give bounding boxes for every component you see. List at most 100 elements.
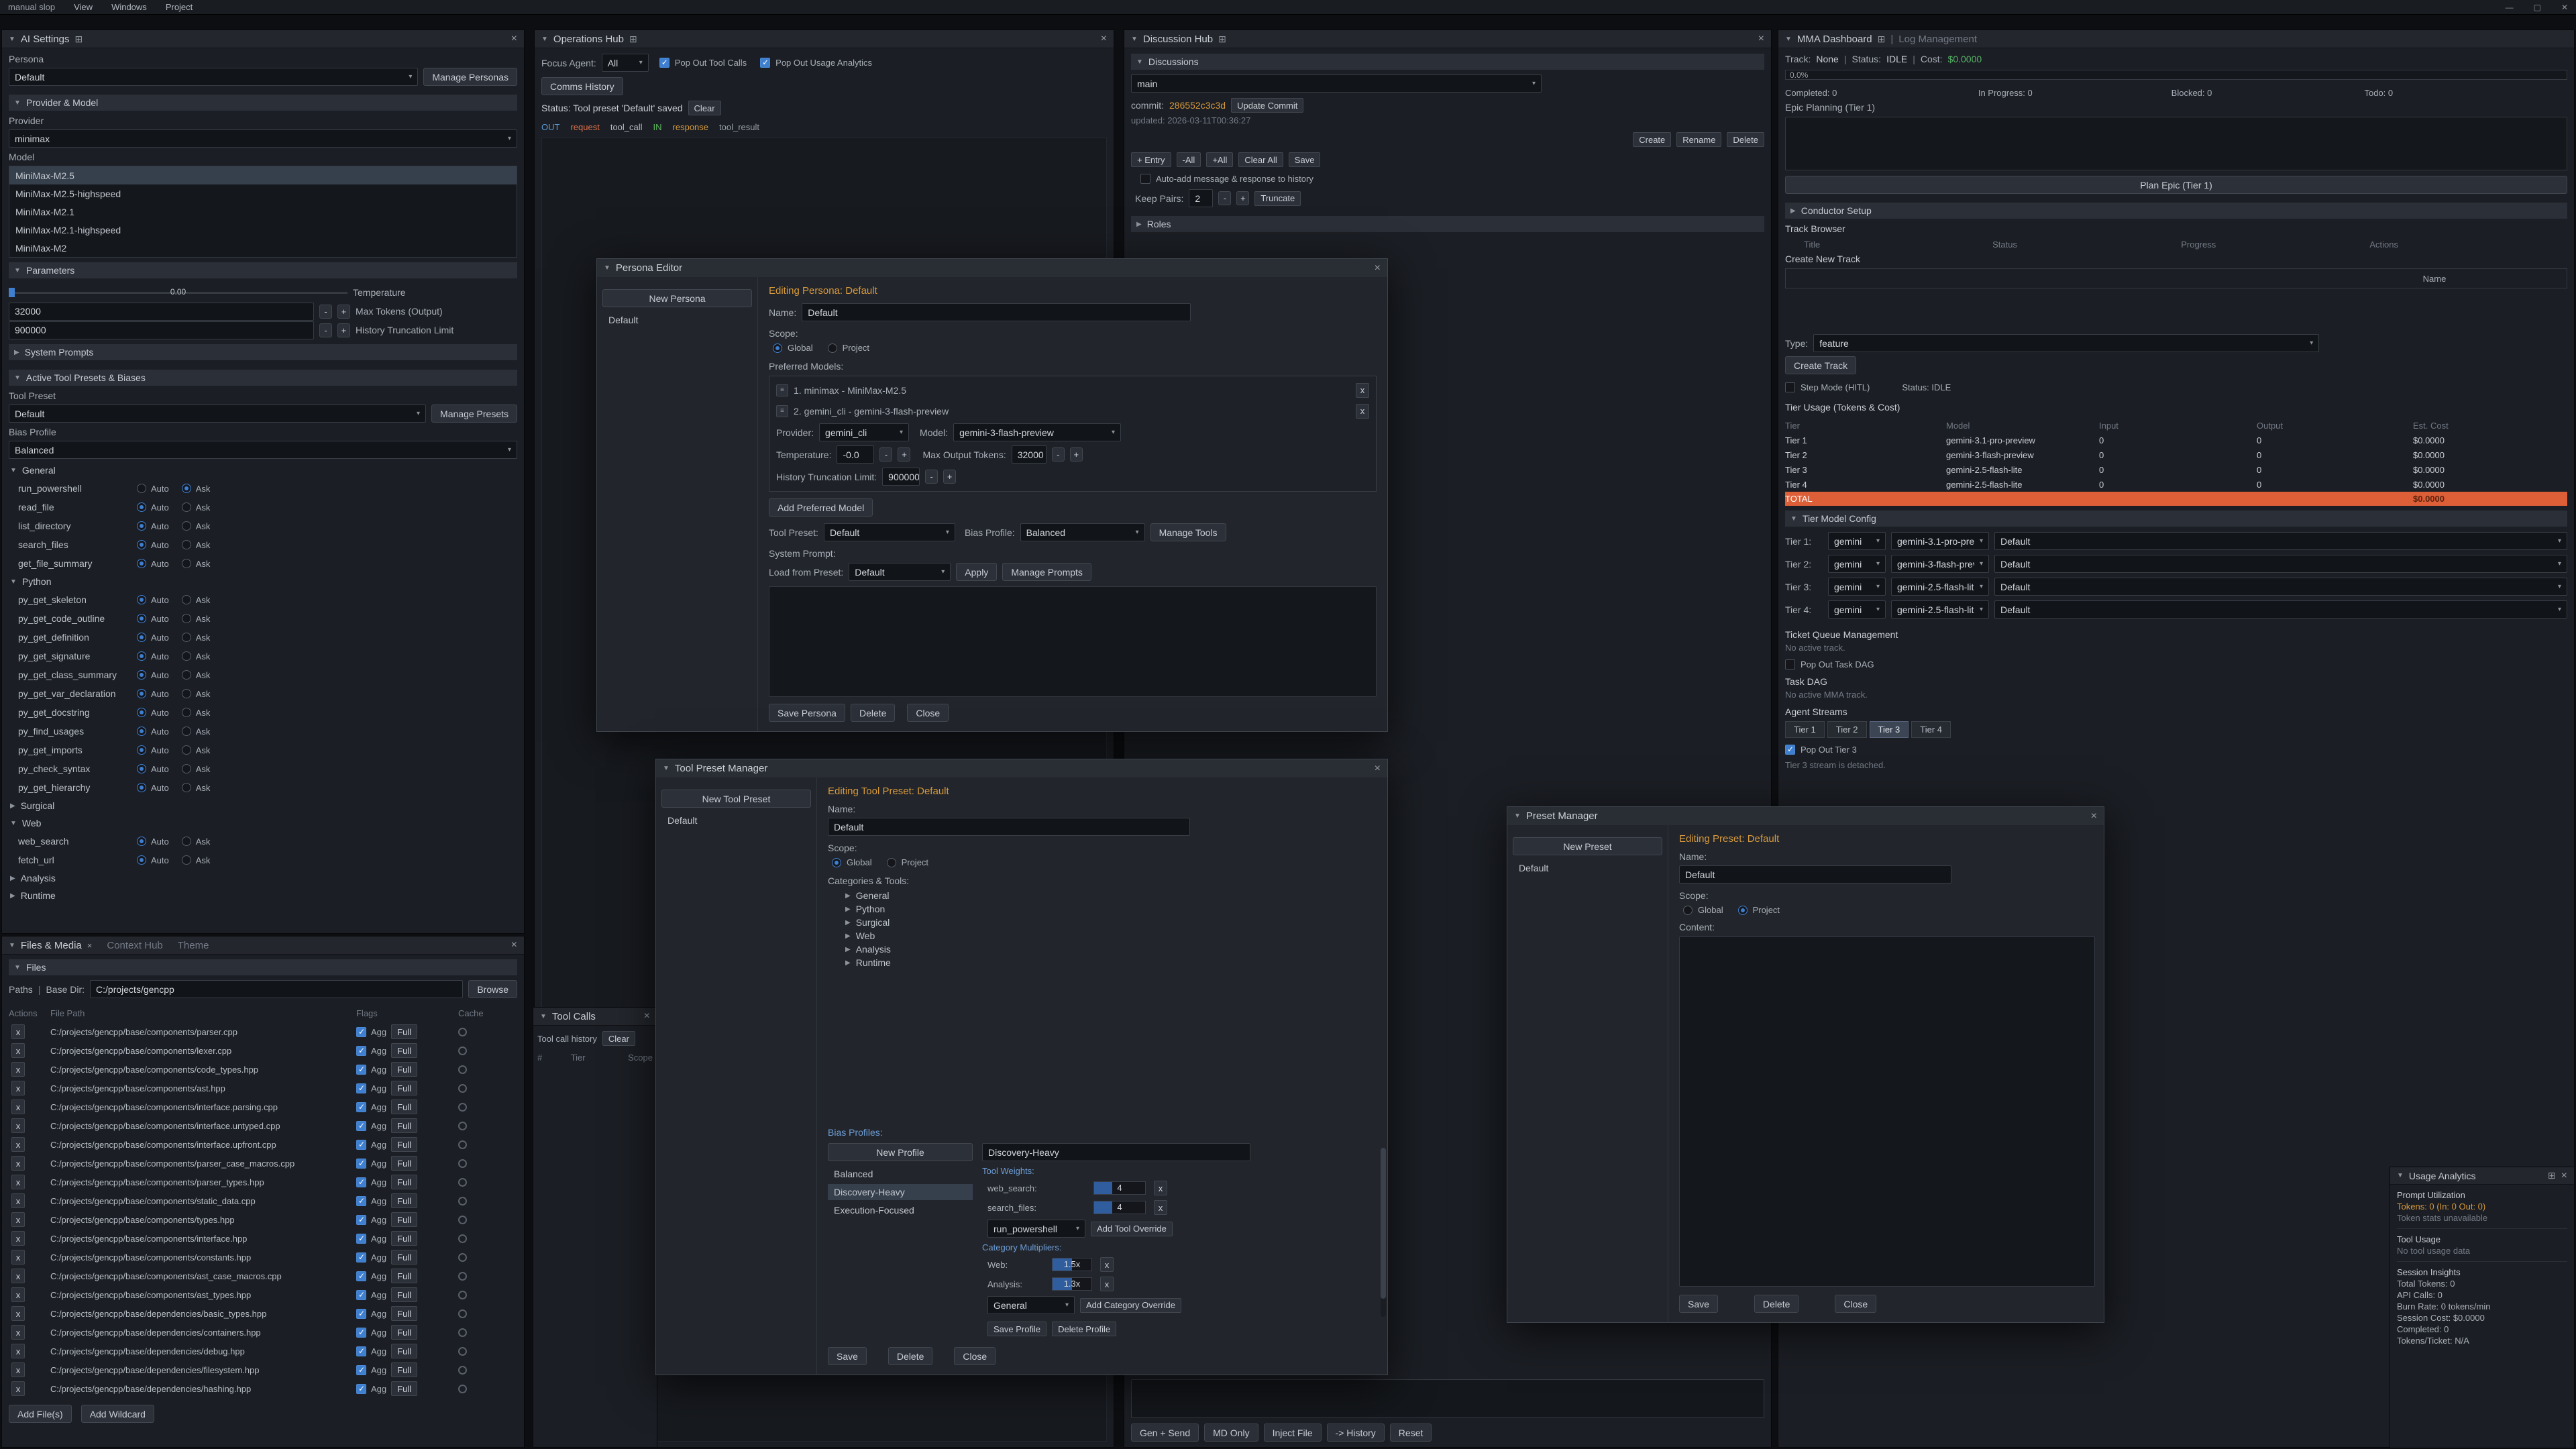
stream-tab[interactable]: Tier 4	[1911, 721, 1951, 738]
ask-radio[interactable]	[182, 502, 191, 512]
tab-theme[interactable]: Theme	[178, 940, 209, 951]
collapse-icon[interactable]: ▼	[9, 36, 15, 43]
agg-checkbox[interactable]	[356, 1346, 366, 1356]
agg-checkbox[interactable]	[356, 1140, 366, 1150]
minus-all-button[interactable]: -All	[1177, 152, 1201, 167]
active-presets-section[interactable]: ▼ Active Tool Presets & Biases	[9, 370, 517, 386]
agg-checkbox[interactable]	[356, 1196, 366, 1206]
create-discussion-button[interactable]: Create	[1633, 132, 1671, 147]
create-track-button[interactable]: Create Track	[1785, 356, 1856, 374]
remove-file-button[interactable]: x	[11, 1231, 25, 1246]
increment-button[interactable]: +	[1070, 447, 1083, 462]
agg-checkbox[interactable]	[356, 1252, 366, 1263]
preset-name-input[interactable]: Default	[1679, 865, 1951, 883]
close-icon[interactable]: ×	[1375, 763, 1381, 774]
files-section[interactable]: ▼ Files	[9, 959, 517, 975]
max-tokens-input[interactable]: 32000	[9, 303, 314, 321]
cache-toggle[interactable]	[458, 1216, 467, 1224]
weight-slider[interactable]: 4	[1093, 1181, 1146, 1195]
window-close-icon[interactable]: ✕	[2561, 3, 2568, 12]
tier-provider-select[interactable]: gemini ▾	[1828, 578, 1886, 596]
bias-profile-item[interactable]: Discovery-Heavy	[828, 1184, 973, 1200]
ask-radio[interactable]	[182, 540, 191, 549]
ask-radio[interactable]	[182, 689, 191, 698]
full-button[interactable]: Full	[391, 1306, 417, 1321]
tier-model-select[interactable]: gemini-3.1-pro-preview ▾	[1891, 532, 1989, 550]
remove-file-button[interactable]: x	[11, 1099, 25, 1114]
remove-file-button[interactable]: x	[11, 1193, 25, 1208]
full-button[interactable]: Full	[391, 1362, 417, 1377]
close-icon[interactable]: ×	[1101, 34, 1107, 44]
inject-file-button[interactable]: Inject File	[1264, 1424, 1322, 1442]
remove-file-button[interactable]: x	[11, 1081, 25, 1095]
persona-name-input[interactable]: Default	[802, 303, 1191, 321]
to-history-button[interactable]: -> History	[1327, 1424, 1385, 1442]
truncate-button[interactable]: Truncate	[1254, 191, 1301, 206]
auto-radio[interactable]	[137, 670, 146, 680]
ask-radio[interactable]	[182, 651, 191, 661]
model-option[interactable]: MiniMax-M2.1	[9, 203, 517, 221]
remove-file-button[interactable]: x	[11, 1137, 25, 1152]
new-preset-button[interactable]: New Preset	[1513, 837, 1662, 855]
agg-checkbox[interactable]	[356, 1065, 366, 1075]
clear-status-button[interactable]: Clear	[688, 101, 721, 115]
remove-multiplier-button[interactable]: x	[1100, 1277, 1114, 1291]
focus-agent-select[interactable]: All ▾	[602, 54, 649, 72]
stream-tab[interactable]: Tier 3	[1870, 721, 1909, 738]
auto-radio[interactable]	[137, 633, 146, 642]
tool-override-select[interactable]: run_powershell ▾	[987, 1220, 1085, 1238]
gen-send-button[interactable]: Gen + Send	[1131, 1424, 1199, 1442]
category-row[interactable]: ▶ Python	[845, 902, 1377, 916]
scope-project-radio[interactable]	[828, 343, 837, 353]
menu-item[interactable]: Windows	[111, 2, 147, 12]
manage-personas-button[interactable]: Manage Personas	[423, 68, 517, 86]
tier-provider-select[interactable]: gemini ▾	[1828, 532, 1886, 550]
agg-checkbox[interactable]	[356, 1271, 366, 1281]
tab-mma-dashboard[interactable]: MMA Dashboard	[1797, 34, 1872, 45]
remove-file-button[interactable]: x	[11, 1306, 25, 1321]
group-surgical[interactable]: ▶ Surgical	[9, 797, 517, 814]
agg-checkbox[interactable]	[356, 1215, 366, 1225]
category-row[interactable]: ▶ Web	[845, 929, 1377, 943]
auto-radio[interactable]	[137, 614, 146, 623]
close-button[interactable]: Close	[1835, 1295, 1876, 1313]
load-preset-select[interactable]: Default ▾	[849, 563, 951, 581]
model-select[interactable]: gemini-3-flash-preview ▾	[953, 423, 1121, 441]
ask-radio[interactable]	[182, 764, 191, 773]
decrement-button[interactable]: -	[319, 323, 332, 337]
browse-button[interactable]: Browse	[468, 980, 517, 998]
full-button[interactable]: Full	[391, 1325, 417, 1340]
discussions-section[interactable]: ▼ Discussions	[1131, 54, 1764, 70]
full-button[interactable]: Full	[391, 1231, 417, 1246]
ask-radio[interactable]	[182, 614, 191, 623]
full-button[interactable]: Full	[391, 1137, 417, 1152]
agg-checkbox[interactable]	[356, 1290, 366, 1300]
temperature-slider[interactable]: 0.00	[9, 286, 347, 299]
popout-icon[interactable]: ⊞	[1878, 34, 1886, 45]
delete-profile-button[interactable]: Delete Profile	[1052, 1322, 1116, 1336]
auto-radio[interactable]	[137, 484, 146, 493]
track-type-select[interactable]: feature ▾	[1813, 334, 2319, 352]
group-general[interactable]: ▼ General	[9, 462, 517, 479]
stream-tab[interactable]: Tier 1	[1785, 721, 1825, 738]
new-tool-preset-button[interactable]: New Tool Preset	[661, 790, 811, 808]
auto-radio[interactable]	[137, 651, 146, 661]
tool-preset-titlebar[interactable]: ▼ Tool Preset Manager ×	[656, 759, 1387, 777]
close-icon[interactable]: ×	[1375, 263, 1381, 274]
category-override-select[interactable]: General ▾	[987, 1296, 1075, 1314]
close-button[interactable]: Close	[907, 704, 949, 722]
popout-icon[interactable]: ⊞	[74, 34, 83, 45]
full-button[interactable]: Full	[391, 1043, 417, 1058]
auto-radio[interactable]	[137, 540, 146, 549]
keep-pairs-input[interactable]: 2	[1189, 189, 1213, 207]
save-persona-button[interactable]: Save Persona	[769, 704, 845, 722]
remove-file-button[interactable]: x	[11, 1043, 25, 1058]
apply-button[interactable]: Apply	[956, 563, 997, 581]
full-button[interactable]: Full	[391, 1212, 417, 1227]
manage-prompts-button[interactable]: Manage Prompts	[1002, 563, 1091, 581]
rename-discussion-button[interactable]: Rename	[1676, 132, 1721, 147]
preset-manager-titlebar[interactable]: ▼ Preset Manager ×	[1507, 807, 2104, 825]
history-limit-input[interactable]: 900000	[882, 468, 920, 486]
auto-radio[interactable]	[137, 855, 146, 865]
agg-checkbox[interactable]	[356, 1365, 366, 1375]
